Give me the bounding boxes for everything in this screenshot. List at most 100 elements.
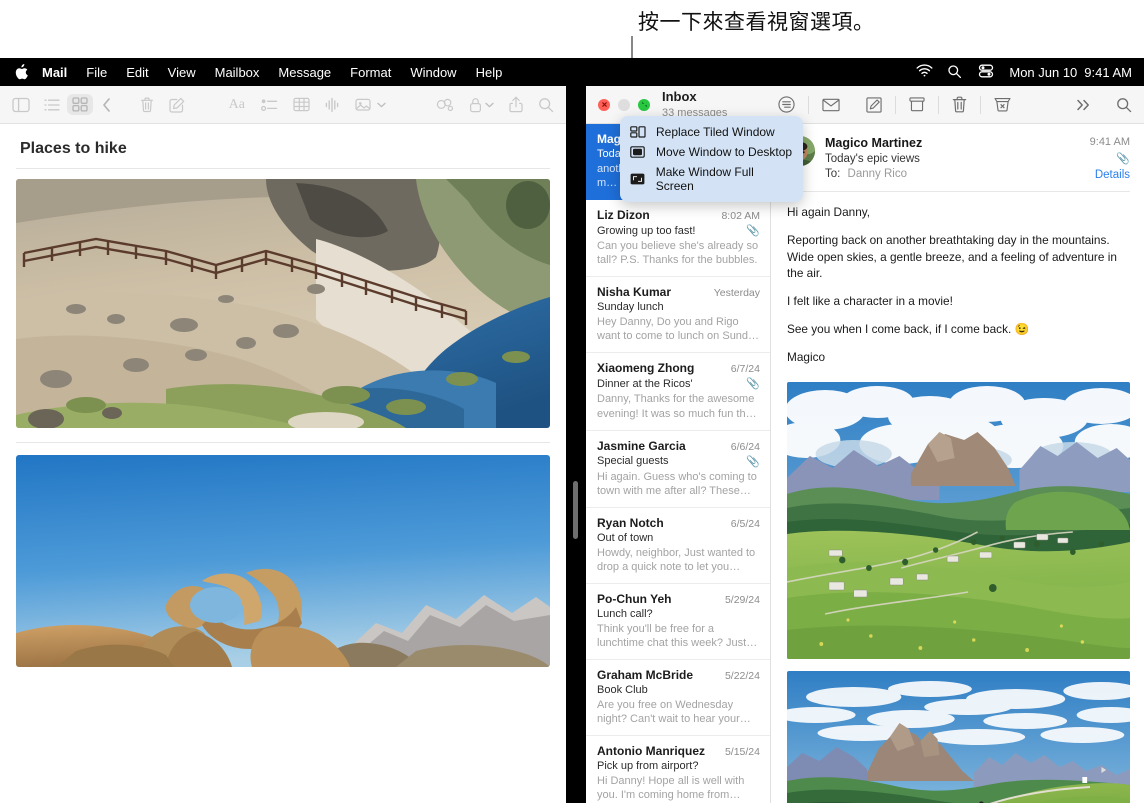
message-subject: Lunch call? — [597, 607, 653, 620]
list-view-icon[interactable] — [43, 98, 60, 112]
message-body-line: See you when I come back, if I come back… — [787, 321, 1030, 336]
note-divider — [16, 168, 550, 169]
alpe-di-siusi-meadow-photo[interactable] — [787, 382, 1130, 660]
attachment-icon[interactable]: 📎 — [1090, 152, 1130, 165]
more-toolbar-icon[interactable] — [1024, 99, 1103, 111]
screenshot-root: 按一下來查看視窗選項。 Mail File Edit View Mailbox … — [0, 0, 1144, 803]
gallery-view-icon[interactable] — [67, 94, 94, 115]
menu-item-format[interactable]: Format — [350, 65, 391, 80]
mobius-arch-photo[interactable] — [16, 455, 550, 667]
message-timestamp: 9:41 AM — [1089, 136, 1130, 148]
mailbox-title: Inbox — [662, 89, 697, 105]
delete-icon[interactable] — [140, 97, 154, 113]
media-icon[interactable] — [355, 97, 374, 112]
checklist-icon[interactable] — [261, 98, 278, 112]
menu-item-view[interactable]: View — [168, 65, 196, 80]
make-window-full-screen-icon — [630, 173, 648, 185]
table-icon[interactable] — [293, 97, 311, 112]
menu-item-message[interactable]: Message — [278, 65, 331, 80]
compose-icon[interactable] — [853, 96, 895, 113]
details-link[interactable]: Details — [1090, 169, 1130, 181]
message-preview: Can you believe she's already so tall? P… — [597, 240, 759, 267]
share-icon[interactable] — [509, 96, 523, 113]
message-list-item[interactable]: Xiaomeng Zhong 6/7/24 Dinner at the Rico… — [586, 353, 770, 431]
delete-icon[interactable] — [939, 96, 980, 113]
filter-icon[interactable] — [765, 96, 808, 113]
message-list-item[interactable]: Jasmine Garcia 6/6/24 Special guests 📎 H… — [586, 431, 770, 508]
callout-text: 按一下來查看視窗選項。 — [638, 10, 875, 34]
menu-item-make-window-full-screen[interactable]: Make Window Full Screen — [620, 162, 803, 196]
maximize-window-button[interactable] — [638, 98, 650, 111]
message-preview: Hi again. Guess who's coming to town wit… — [597, 470, 757, 497]
audio-icon[interactable] — [325, 97, 340, 113]
message-preview: Are you free on Wednesday night? Can't w… — [597, 699, 740, 726]
message-list[interactable]: Magico Martinez 9:41 AM Today's epic vie… — [586, 124, 771, 803]
attachment-icon: 📎 — [746, 455, 760, 468]
control-center-icon[interactable] — [978, 64, 994, 80]
message-preview: Hey Danny, Do you and Rigo want to come … — [597, 316, 760, 343]
menu-item-edit[interactable]: Edit — [126, 65, 148, 80]
menu-bar-time[interactable]: 9:41 AM — [1084, 65, 1132, 80]
mail-window: Inbox 33 messages Magico Today's another… — [586, 86, 1144, 803]
minimize-window-button[interactable] — [618, 98, 630, 111]
message-body-line: Hi again Danny, — [787, 205, 871, 219]
notes-search-icon[interactable] — [538, 97, 554, 113]
menu-item-label: Make Window Full Screen — [655, 165, 754, 193]
hot-creek-trail-photo[interactable] — [16, 179, 550, 428]
window-divider — [566, 86, 586, 803]
menu-item-mail[interactable]: Mail — [42, 65, 67, 80]
spotlight-search-icon[interactable] — [947, 64, 963, 80]
message-subject: Book Club — [597, 684, 648, 697]
lock-icon[interactable] — [469, 97, 482, 113]
message-sender: Graham McBride — [597, 668, 694, 683]
window-options-menu[interactable]: Replace Tiled Window Move Window to Desk… — [620, 116, 803, 202]
menu-item-replace-tiled-window[interactable]: Replace Tiled Window — [620, 122, 803, 142]
message-sender: Antonio Manriquez — [597, 744, 705, 759]
menu-item-mailbox[interactable]: Mailbox — [215, 65, 260, 80]
link-icon[interactable] — [436, 97, 454, 112]
mail-search-icon[interactable] — [1103, 97, 1132, 113]
message-date: 6/7/24 — [730, 363, 760, 376]
menu-bar-status-area: Mon Jun 10 9:41 AM — [916, 64, 1132, 80]
window-resize-handle[interactable] — [573, 481, 578, 539]
compose-note-icon[interactable] — [169, 97, 185, 113]
message-body-line: Reporting back on another breathtaking d… — [787, 232, 1117, 281]
note-content: Places to hike — [0, 124, 566, 803]
close-window-button[interactable] — [598, 98, 610, 111]
message-list-item[interactable]: Nisha Kumar Yesterday Sunday lunch Hey D… — [586, 277, 770, 354]
replace-tiled-window-icon — [630, 126, 648, 138]
message-list-item[interactable]: Graham McBride 5/22/24 Book Club Are you… — [586, 660, 770, 737]
menu-item-window[interactable]: Window — [410, 65, 456, 80]
message-date: 6/5/24 — [730, 517, 760, 530]
menu-item-help[interactable]: Help — [476, 65, 503, 80]
back-icon[interactable] — [101, 97, 112, 113]
mail-window-title-area: Inbox 33 messages — [662, 89, 727, 118]
sidebar-toggle-icon[interactable] — [12, 97, 30, 113]
message-subject: Out of town — [597, 531, 654, 544]
menu-bar-date[interactable]: Mon Jun 10 — [1009, 65, 1077, 80]
junk-icon[interactable] — [981, 97, 1024, 112]
message-body: Hi again Danny, Reporting back on anothe… — [771, 192, 1144, 365]
message-list-item[interactable]: Ryan Notch 6/5/24 Out of town Howdy, nei… — [586, 508, 770, 584]
message-list-item[interactable]: Po-Chun Yeh 5/29/24 Lunch call? Think yo… — [586, 584, 770, 661]
message-to-label: To: — [825, 168, 841, 180]
menu-item-file[interactable]: File — [86, 65, 107, 80]
message-preview: Danny, Thanks for the awesome evening! I… — [597, 393, 755, 420]
message-list-item[interactable]: Liz Dizon 8:02 AM Growing up too fast! 📎… — [586, 200, 770, 278]
get-mail-icon[interactable] — [809, 98, 853, 112]
apple-logo-icon[interactable] — [14, 64, 28, 80]
message-list-item[interactable]: Antonio Manriquez 5/15/24 Pick up from a… — [586, 736, 770, 803]
note-title: Places to hike — [20, 140, 127, 157]
lock-chevron-down-icon[interactable] — [485, 102, 494, 108]
mail-split-view: Magico Martinez 9:41 AM Today's epic vie… — [586, 124, 1144, 803]
message-date: Yesterday — [713, 287, 760, 300]
menu-item-move-window-to-desktop[interactable]: Move Window to Desktop — [620, 142, 803, 162]
message-sender: Xiaomeng Zhong — [597, 361, 695, 376]
mountain-ridge-trail-photo[interactable] — [787, 671, 1130, 803]
traffic-light-buttons — [598, 98, 650, 111]
format-text-icon[interactable]: Aa — [229, 97, 245, 113]
chevron-down-icon[interactable] — [377, 102, 387, 108]
message-preview: Hi Danny! Hope all is well with you. I'm… — [597, 775, 745, 802]
wifi-icon[interactable] — [916, 64, 933, 80]
archive-icon[interactable] — [896, 97, 938, 112]
